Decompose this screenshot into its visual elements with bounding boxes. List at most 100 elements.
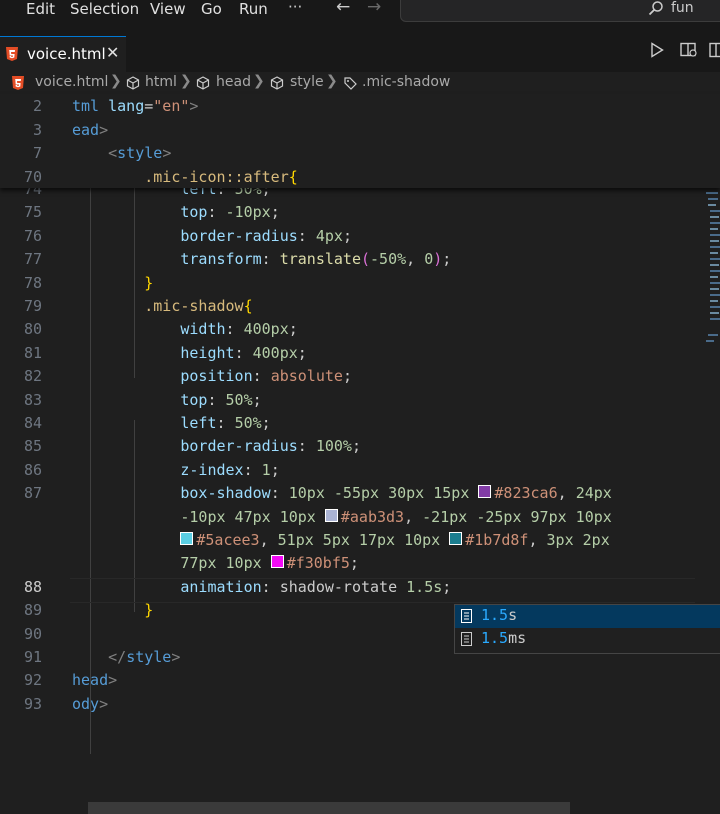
code-token: style bbox=[117, 144, 163, 162]
code-line: </style> bbox=[72, 648, 180, 666]
menu-bar: Edit Selection View Go Run ··· ← → fun bbox=[0, 0, 720, 24]
keyword-icon bbox=[461, 632, 472, 646]
code-token: 400px bbox=[252, 343, 298, 362]
line-number: 84 bbox=[23, 414, 42, 432]
open-preview-icon[interactable] bbox=[680, 42, 698, 58]
symbol-cube-icon bbox=[126, 76, 140, 90]
suggestion-item[interactable]: 1.5s bbox=[455, 605, 720, 628]
code-line: z-index: 1; bbox=[72, 461, 279, 479]
command-center-text: fun bbox=[671, 0, 694, 16]
suggestion-rest: s bbox=[508, 606, 518, 624]
code-token: -10px 47px 10px bbox=[180, 507, 316, 526]
color-swatch[interactable] bbox=[478, 485, 492, 499]
breadcrumb-head[interactable]: head bbox=[216, 74, 251, 90]
code-token: translate bbox=[279, 250, 361, 269]
code-line: <style> bbox=[72, 144, 171, 162]
code-token: 400px bbox=[243, 320, 289, 339]
color-swatch[interactable] bbox=[449, 532, 463, 545]
code-token: shadow-rotate bbox=[279, 577, 407, 596]
color-swatch[interactable] bbox=[270, 555, 284, 569]
breadcrumb-html[interactable]: html bbox=[145, 74, 177, 90]
code-token: absolute bbox=[270, 367, 343, 386]
keyword-icon bbox=[461, 609, 472, 623]
code-token: -50% bbox=[370, 250, 407, 269]
code-token: 50% bbox=[234, 414, 262, 432]
menu-run[interactable]: Run bbox=[239, 0, 268, 18]
breadcrumb-style[interactable]: style bbox=[290, 74, 324, 90]
code-token: : bbox=[270, 484, 289, 503]
code-line: width: 400px; bbox=[72, 320, 298, 339]
code-token: </ bbox=[108, 648, 127, 666]
code-token: { bbox=[243, 297, 253, 315]
line-number: 90 bbox=[23, 624, 42, 643]
code-token: ( bbox=[361, 250, 371, 269]
code-token: ; bbox=[288, 320, 298, 339]
code-token: : bbox=[216, 414, 235, 432]
code-token: #1b7d8f bbox=[465, 531, 529, 549]
close-icon[interactable]: ✕ bbox=[106, 43, 119, 62]
line-number: 83 bbox=[23, 390, 42, 409]
breadcrumb-file[interactable]: voice.html bbox=[35, 74, 108, 90]
menu-view[interactable]: View bbox=[150, 0, 186, 18]
code-line: .mic-shadow{ bbox=[72, 297, 253, 315]
menu-go[interactable]: Go bbox=[201, 0, 222, 18]
code-token: 0 bbox=[424, 250, 434, 269]
horizontal-scrollbar[interactable] bbox=[88, 802, 570, 814]
code-token: transform bbox=[180, 250, 262, 269]
line-number: 3 bbox=[32, 120, 42, 139]
symbol-tag-icon bbox=[344, 77, 357, 90]
code-token: 50% bbox=[225, 390, 253, 409]
code-token: , bbox=[259, 531, 278, 549]
code-line: transform: translate(-50%, 0); bbox=[72, 250, 451, 268]
menu-selection[interactable]: Selection bbox=[70, 0, 139, 18]
back-arrow-icon[interactable]: ← bbox=[336, 0, 350, 17]
forward-arrow-icon[interactable]: → bbox=[367, 0, 381, 17]
sticky-scroll: 2 tml lang="en"> 3 ead> 7 <style> 70 .mic-ico… bbox=[0, 94, 720, 188]
code-token: head bbox=[72, 671, 109, 690]
menu-more[interactable]: ··· bbox=[288, 0, 302, 16]
code-line: .mic-icon::after{ bbox=[72, 168, 298, 186]
code-token: > bbox=[162, 144, 172, 162]
breadcrumb-mic-shadow[interactable]: .mic-shadow bbox=[362, 74, 450, 90]
code-token: < bbox=[108, 144, 118, 162]
code-token: : bbox=[207, 390, 226, 409]
menu-edit[interactable]: Edit bbox=[26, 0, 55, 18]
code-line: animation: shadow-rotate 1.5s; bbox=[72, 578, 451, 596]
split-editor-icon[interactable] bbox=[709, 42, 720, 58]
suggestion-item[interactable]: 1.5ms bbox=[455, 628, 720, 651]
code-token: ; bbox=[442, 250, 452, 269]
code-token: } bbox=[144, 273, 154, 292]
code-line: border-radius: 4px; bbox=[72, 227, 352, 245]
code-token: #f30bf5 bbox=[286, 554, 350, 573]
color-swatch[interactable] bbox=[180, 532, 194, 545]
code-token: : bbox=[225, 320, 244, 339]
tab-voice-html[interactable]: voice.html ✕ bbox=[0, 36, 126, 73]
run-icon[interactable] bbox=[650, 42, 664, 58]
minimap[interactable] bbox=[704, 188, 720, 358]
code-token: : bbox=[297, 226, 316, 245]
color-swatch[interactable] bbox=[324, 508, 338, 522]
code-token: : bbox=[252, 367, 271, 386]
line-number: 81 bbox=[23, 343, 42, 362]
suggest-widget: 1.5s 1.5ms bbox=[454, 604, 720, 654]
code-line: head> bbox=[72, 671, 117, 689]
line-number: 78 bbox=[23, 273, 42, 292]
line-number: 77 bbox=[23, 250, 42, 269]
code-line: ody> bbox=[72, 695, 108, 713]
symbol-cube-icon bbox=[196, 76, 210, 90]
code-token: 4px bbox=[315, 226, 343, 245]
code-token: ; bbox=[252, 390, 262, 409]
